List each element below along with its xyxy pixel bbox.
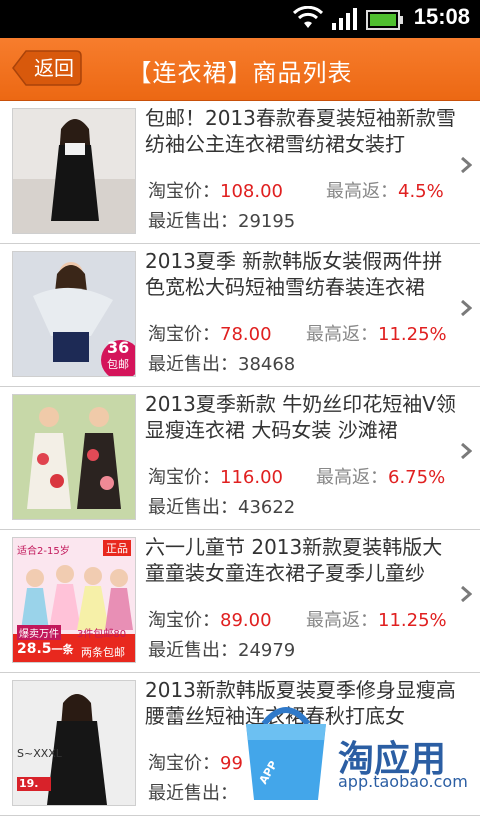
promo-price-label: 28.5一条 <box>17 641 74 657</box>
rebate-line: 最高返：6.75% <box>316 463 445 489</box>
price-line: 淘宝价：89.00 <box>148 606 272 632</box>
price-label: 淘宝价： <box>148 181 220 202</box>
sold-label: 最近售出： <box>148 783 238 804</box>
product-row[interactable]: 包邮！2013春款春夏装短袖新款雪纺袖公主连衣裙雪纺裙女装打 淘宝价：108.0… <box>0 101 480 244</box>
rebate-label: 最高返： <box>306 610 378 631</box>
promo-badge-number: 36 <box>107 338 130 357</box>
rebate-value: 4.5% <box>398 181 444 202</box>
product-row[interactable]: 36 包邮 2013夏季 新款韩版女装假两件拼色宽松大码短袖雪纺春装连衣裙 淘宝… <box>0 244 480 387</box>
price-line: 淘宝价：116.00 <box>148 463 283 489</box>
page-title: 【连衣裙】商品列表 <box>127 59 353 87</box>
product-thumbnail: S~XXXL 19. <box>12 680 136 806</box>
rebate-value: 6.75% <box>388 467 446 488</box>
taobao-app-watermark: APP 淘应用 app.taobao.com <box>238 700 480 800</box>
product-row[interactable]: 适合2-15岁 正品 爆卖万件 3件包邮80 28.5一条 两条包邮 六一儿童节… <box>0 530 480 673</box>
status-time: 15:08 <box>413 4 470 29</box>
price-line: 淘宝价：108.00 <box>148 177 283 203</box>
promo-badge-text: 包邮 <box>107 358 129 371</box>
signal-icon <box>332 8 357 30</box>
promo-mid2-label: 3件包邮80 <box>77 629 127 640</box>
product-title: 包邮！2013春款春夏装短袖新款雪纺袖公主连衣裙雪纺裙女装打 <box>145 106 456 156</box>
chevron-right-icon <box>461 586 472 602</box>
sold-line: 最近售出：43622 <box>148 493 295 519</box>
price-value: 116.00 <box>220 467 283 488</box>
sold-label: 最近售出： <box>148 211 238 232</box>
sold-line: 最近售出：24979 <box>148 636 295 662</box>
watermark-url: app.taobao.com <box>338 772 468 791</box>
sold-line: 最近售出：38468 <box>148 350 295 376</box>
price-value: 78.00 <box>220 324 272 345</box>
chevron-right-icon <box>461 443 472 459</box>
product-thumbnail <box>12 394 136 520</box>
battery-icon <box>366 10 403 30</box>
title-bar: 返回 【连衣裙】商品列表 <box>0 38 480 101</box>
rebate-line: 最高返：11.25% <box>306 320 447 346</box>
product-row[interactable]: 2013夏季新款 牛奶丝印花短袖V领 显瘦连衣裙 大码女装 沙滩裙 淘宝价：11… <box>0 387 480 530</box>
rebate-value: 11.25% <box>378 324 447 345</box>
rebate-label: 最高返： <box>326 181 398 202</box>
product-thumbnail <box>12 108 136 234</box>
sold-value: 38468 <box>238 354 296 375</box>
sold-label: 最近售出： <box>148 354 238 375</box>
promo-mid-label: 爆卖万件 <box>17 625 61 640</box>
shopping-bag-logo-icon <box>246 707 326 800</box>
status-bar: 15:08 <box>0 0 480 38</box>
price-line: 淘宝价：99 <box>148 749 243 775</box>
rebate-label: 最高返： <box>306 324 378 345</box>
product-title: 2013夏季新款 牛奶丝印花短袖V领 显瘦连衣裙 大码女装 沙滩裙 <box>145 392 456 442</box>
price-label: 淘宝价： <box>148 610 220 631</box>
promo-corner-label: 正品 <box>103 540 131 556</box>
price-value: 89.00 <box>220 610 272 631</box>
promo-price-unit: 一条 <box>51 643 74 656</box>
chevron-right-icon <box>461 300 472 316</box>
sold-value: 29195 <box>238 211 296 232</box>
product-title: 2013夏季 新款韩版女装假两件拼色宽松大码短袖雪纺春装连衣裙 <box>145 249 443 299</box>
price-value: 108.00 <box>220 181 283 202</box>
product-title: 六一儿童节 2013新款夏装韩版大童童装女童连衣裙子夏季儿童纱 <box>145 535 443 585</box>
product-thumbnail: 36 包邮 <box>12 251 136 377</box>
sold-line: 最近售出：29195 <box>148 207 295 233</box>
wifi-icon <box>292 6 324 28</box>
promo-price-label: 19. <box>19 777 39 790</box>
rebate-value: 11.25% <box>378 610 447 631</box>
price-line: 淘宝价：78.00 <box>148 320 272 346</box>
rebate-line: 最高返：4.5% <box>326 177 444 203</box>
promo-size-label: S~XXXL <box>17 747 62 760</box>
chevron-right-icon <box>461 157 472 173</box>
promo-age-label: 适合2-15岁 <box>17 546 70 557</box>
sold-line: 最近售出： <box>148 779 238 805</box>
rebate-line: 最高返：11.25% <box>306 606 447 632</box>
price-label: 淘宝价： <box>148 753 220 774</box>
sold-value: 43622 <box>238 497 296 518</box>
sold-label: 最近售出： <box>148 497 238 518</box>
rebate-label: 最高返： <box>316 467 388 488</box>
sold-value: 24979 <box>238 640 296 661</box>
promo-price-value: 28.5 <box>17 641 52 657</box>
product-thumbnail: 适合2-15岁 正品 爆卖万件 3件包邮80 28.5一条 两条包邮 <box>12 537 136 663</box>
sold-label: 最近售出： <box>148 640 238 661</box>
price-label: 淘宝价： <box>148 467 220 488</box>
price-label: 淘宝价： <box>148 324 220 345</box>
promo-tail-label: 两条包邮 <box>81 646 125 659</box>
